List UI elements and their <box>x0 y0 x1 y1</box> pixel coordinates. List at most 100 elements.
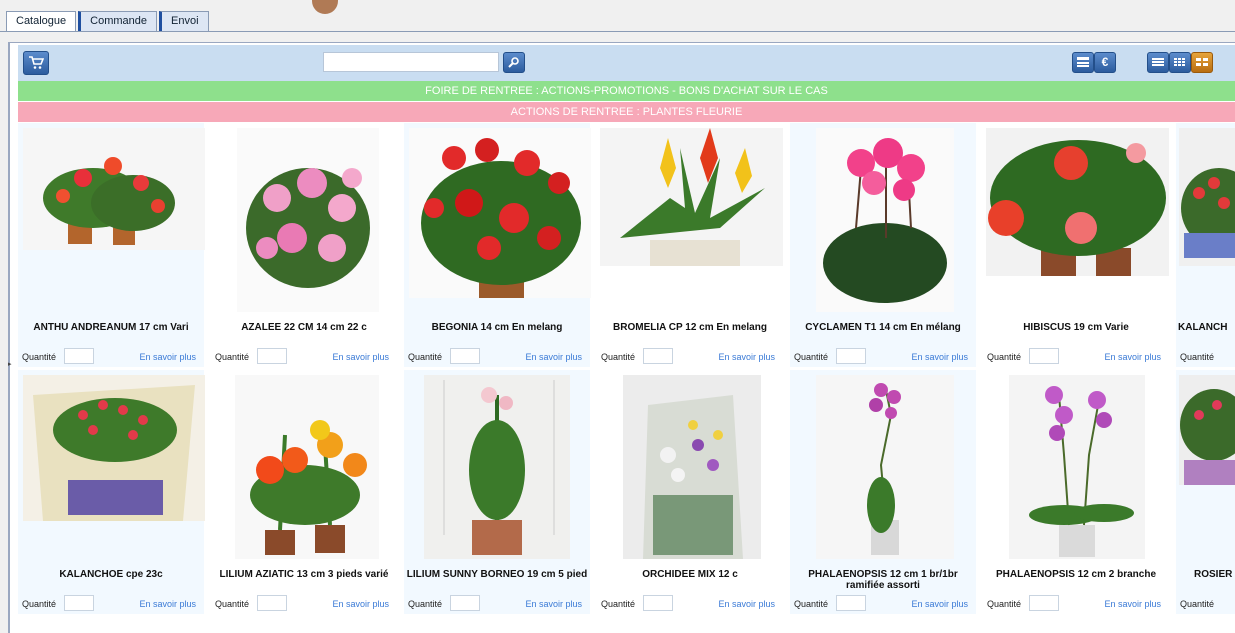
quantity-label: Quantité <box>408 352 443 362</box>
more-info-link[interactable]: En savoir plus <box>332 599 389 609</box>
more-info-link[interactable]: En savoir plus <box>1104 599 1161 609</box>
quantity-input[interactable] <box>64 595 94 611</box>
product-name: LILIUM AZIATIC 13 cm 3 pieds varié <box>219 569 389 580</box>
product-name: PHALAENOPSIS 12 cm 1 br/1br ramifiée ass… <box>808 569 958 591</box>
product-name: CYCLAMEN T1 14 cm En mélang <box>805 322 961 333</box>
product-image <box>424 375 570 559</box>
product-card: ORCHIDEE MIX 12 c Quantité En savoir plu… <box>597 370 783 614</box>
quantity-input[interactable] <box>1029 595 1059 611</box>
product-image <box>1179 375 1235 485</box>
tab-divider <box>0 31 1235 32</box>
list-view-icon <box>1152 58 1164 66</box>
product-image <box>237 128 379 312</box>
product-image <box>816 128 954 312</box>
quantity-input[interactable] <box>836 595 866 611</box>
gallery-view-icon <box>1196 58 1208 66</box>
quantity-label: Quantité <box>1180 599 1215 609</box>
product-card: KALANCH Quantité <box>1176 123 1235 367</box>
more-info-link[interactable]: En savoir plus <box>139 352 196 362</box>
more-info-link[interactable]: En savoir plus <box>911 599 968 609</box>
view-list-button[interactable] <box>1147 52 1169 73</box>
product-image <box>623 375 761 559</box>
product-card: LILIUM SUNNY BORNEO 19 cm 5 pied Quantit… <box>404 370 590 614</box>
product-card: CYCLAMEN T1 14 cm En mélang Quantité En … <box>790 123 976 367</box>
product-card: KALANCHOE cpe 23c Quantité En savoir plu… <box>18 370 205 614</box>
product-name: ANTHU ANDREANUM 17 cm Vari <box>33 322 189 333</box>
promo-banner-pink: ACTIONS DE RENTREE : PLANTES FLEURIE <box>18 102 1235 122</box>
product-card: HIBISCUS 19 cm Varie Quantité En savoir … <box>983 123 1169 367</box>
app-logo-circle <box>312 0 338 14</box>
product-card: ANTHU ANDREANUM 17 cm Vari Quantité En s… <box>18 123 205 367</box>
quantity-label: Quantité <box>794 352 829 362</box>
quantity-label: Quantité <box>987 352 1022 362</box>
search-icon <box>508 57 519 68</box>
promo-banner-green: FOIRE DE RENTREE : ACTIONS-PROMOTIONS - … <box>18 81 1235 101</box>
quantity-label: Quantité <box>215 599 250 609</box>
quantity-input[interactable] <box>450 595 480 611</box>
more-info-link[interactable]: En savoir plus <box>1104 352 1161 362</box>
product-name: AZALEE 22 CM 14 cm 22 c <box>241 322 367 333</box>
product-image <box>235 375 379 559</box>
more-info-link[interactable]: En savoir plus <box>718 599 775 609</box>
product-name: ORCHIDEE MIX 12 c <box>642 569 738 580</box>
cart-icon <box>29 56 45 69</box>
product-image <box>1179 128 1235 266</box>
collapse-arrow-icon[interactable]: ▸ <box>8 360 12 368</box>
product-image <box>23 128 205 250</box>
quantity-label: Quantité <box>408 599 443 609</box>
quantity-label: Quantité <box>215 352 250 362</box>
table-icon <box>1077 57 1089 67</box>
more-info-link[interactable]: En savoir plus <box>525 599 582 609</box>
more-info-link[interactable]: En savoir plus <box>139 599 196 609</box>
product-name: BROMELIA CP 12 cm En melang <box>613 322 767 333</box>
quantity-input[interactable] <box>450 348 480 364</box>
quantity-label: Quantité <box>22 599 57 609</box>
view-grid-small-button[interactable] <box>1169 52 1191 73</box>
product-name: BEGONIA 14 cm En melang <box>431 322 563 333</box>
product-image <box>409 128 591 298</box>
product-card: AZALEE 22 CM 14 cm 22 c Quantité En savo… <box>211 123 397 367</box>
product-name: LILIUM SUNNY BORNEO 19 cm 5 pied <box>406 569 588 580</box>
product-card: BEGONIA 14 cm En melang Quantité En savo… <box>404 123 591 367</box>
quantity-input[interactable] <box>257 595 287 611</box>
currency-button[interactable]: € <box>1094 52 1116 73</box>
quantity-label: Quantité <box>1180 352 1215 362</box>
more-info-link[interactable]: En savoir plus <box>718 352 775 362</box>
grid-view-icon <box>1174 58 1185 66</box>
list-price-button[interactable] <box>1072 52 1094 73</box>
product-image <box>600 128 783 266</box>
search-input[interactable] <box>323 52 499 72</box>
tab-bar: Catalogue Commande Envoi <box>6 11 211 32</box>
product-card: BROMELIA CP 12 cm En melang Quantité En … <box>597 123 783 367</box>
product-name: KALANCHOE cpe 23c <box>59 569 163 580</box>
quantity-label: Quantité <box>794 599 829 609</box>
product-name: HIBISCUS 19 cm Varie <box>1023 322 1129 333</box>
quantity-label: Quantité <box>601 352 636 362</box>
tab-commande[interactable]: Commande <box>78 11 158 32</box>
quantity-input[interactable] <box>836 348 866 364</box>
product-image <box>23 375 205 521</box>
quantity-label: Quantité <box>22 352 57 362</box>
product-card: PHALAENOPSIS 12 cm 2 branche Quantité En… <box>983 370 1169 614</box>
euro-icon: € <box>1101 55 1109 69</box>
tab-catalogue[interactable]: Catalogue <box>6 11 77 32</box>
quantity-input[interactable] <box>643 595 673 611</box>
product-name: KALANCH <box>1178 322 1228 333</box>
quantity-input[interactable] <box>64 348 94 364</box>
search-button[interactable] <box>503 52 525 73</box>
product-card: PHALAENOPSIS 12 cm 1 br/1br ramifiée ass… <box>790 370 976 614</box>
cart-button[interactable] <box>23 51 49 75</box>
view-gallery-button[interactable] <box>1191 52 1213 73</box>
product-image <box>986 128 1169 276</box>
product-name: ROSIER <box>1194 569 1233 580</box>
quantity-input[interactable] <box>643 348 673 364</box>
more-info-link[interactable]: En savoir plus <box>332 352 389 362</box>
more-info-link[interactable]: En savoir plus <box>525 352 582 362</box>
quantity-input[interactable] <box>1029 348 1059 364</box>
tab-envoi[interactable]: Envoi <box>159 11 209 32</box>
quantity-label: Quantité <box>601 599 636 609</box>
more-info-link[interactable]: En savoir plus <box>911 352 968 362</box>
quantity-input[interactable] <box>257 348 287 364</box>
product-image <box>1009 375 1145 559</box>
quantity-label: Quantité <box>987 599 1022 609</box>
